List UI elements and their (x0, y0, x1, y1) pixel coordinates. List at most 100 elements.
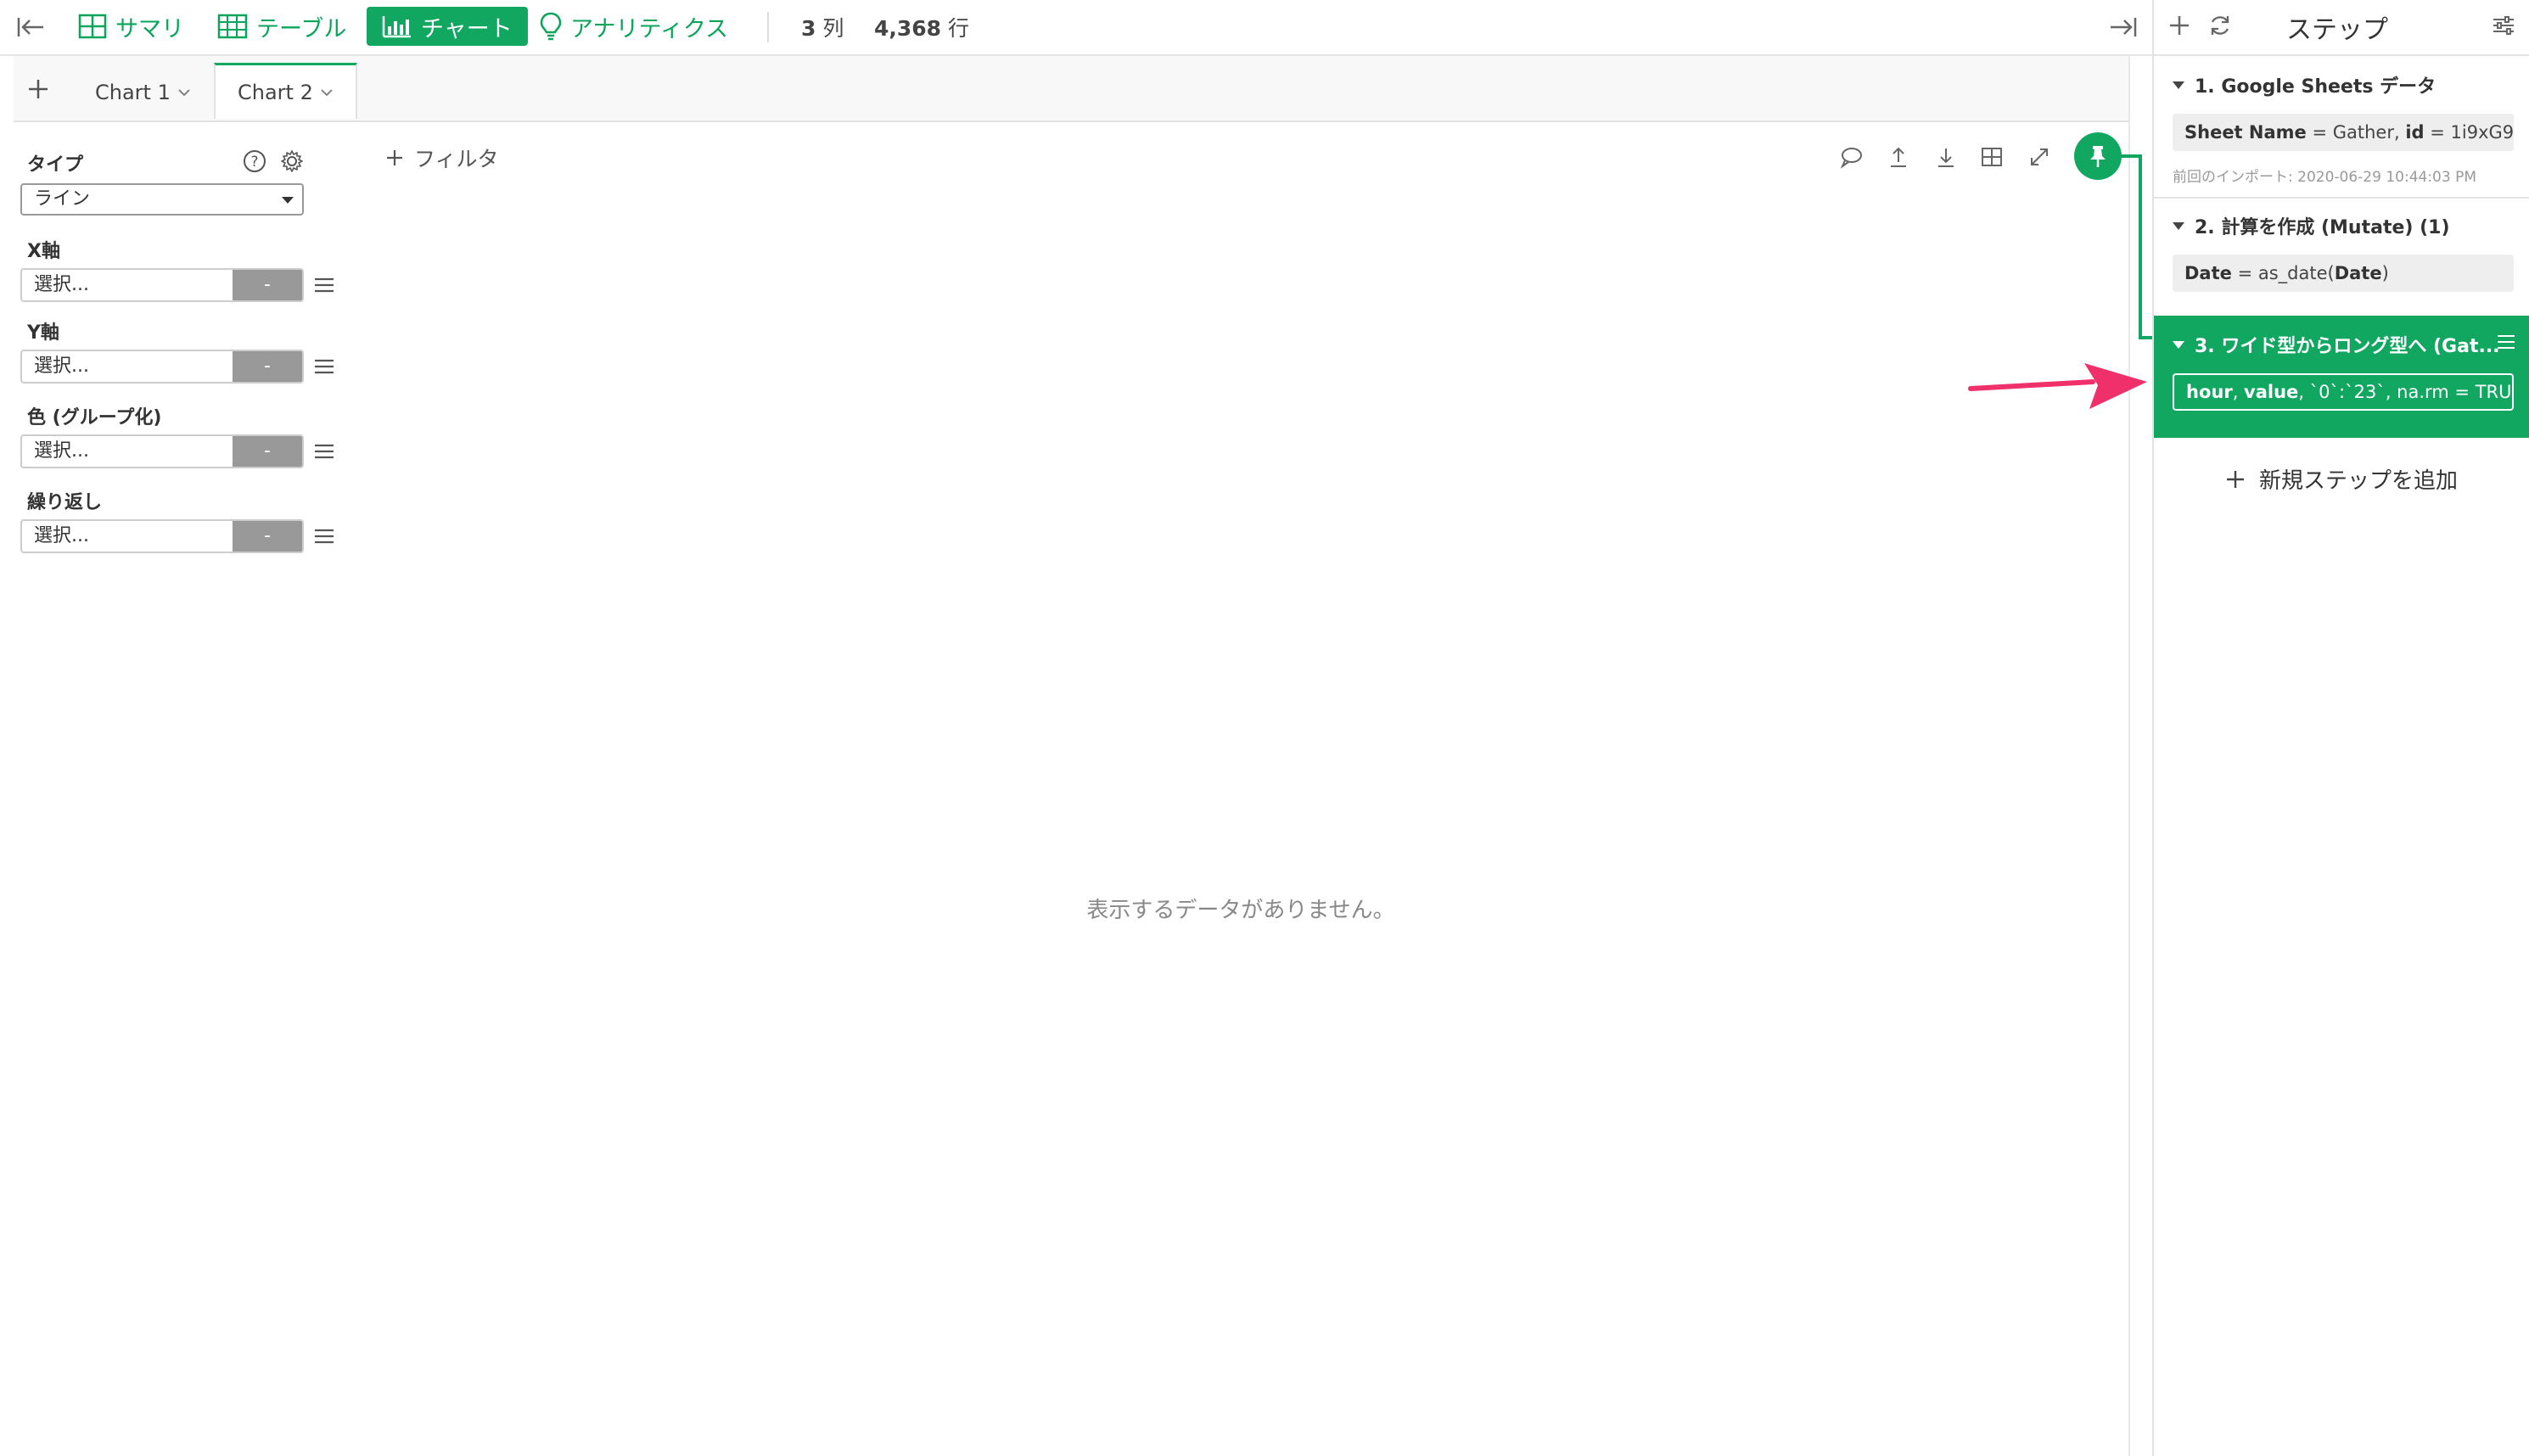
y-axis-field: 選択... - (20, 350, 304, 384)
comment-icon[interactable] (1836, 143, 1865, 171)
step-2-key1: Date (2184, 263, 2232, 283)
pin-icon[interactable] (2074, 132, 2122, 180)
step-2-val2: ) (2381, 263, 2389, 283)
steps-title: ステップ (2286, 15, 2388, 45)
caret-down-icon (282, 197, 294, 204)
tab-analytics[interactable]: アナリティクス (540, 7, 728, 46)
y-axis-select[interactable]: 選択... (22, 351, 233, 382)
step-3-key2: value (2244, 382, 2299, 402)
tab-table[interactable]: テーブル (217, 7, 346, 46)
step-1-key2: id (2405, 122, 2425, 143)
add-step-icon[interactable] (2166, 12, 2195, 41)
step-3-summary[interactable]: hour, value, `0`:`23`, na.rm = TRUE,... (2173, 373, 2514, 411)
chart-tab-2[interactable]: Chart 2 (214, 63, 357, 119)
add-new-step-button[interactable]: 新規ステップを追加 (2225, 463, 2458, 495)
add-new-step-label: 新規ステップを追加 (2259, 468, 2459, 494)
bar-chart-icon (382, 14, 412, 38)
step-1-val2: = 1i9xG9-... (2430, 122, 2514, 143)
filter-button[interactable]: フィルタ (385, 143, 499, 173)
y-axis-menu-icon[interactable] (312, 356, 336, 377)
grid-icon (78, 14, 107, 39)
upload-icon[interactable] (1884, 143, 1913, 171)
table-icon (217, 14, 248, 39)
annotation-arrow (1968, 363, 2147, 409)
settings-sliders-icon[interactable] (2490, 12, 2519, 41)
gear-icon[interactable] (280, 149, 304, 173)
chart-area: フィルタ 表示するデータがありません。 (353, 122, 2128, 1456)
step-3-val1: , (2232, 382, 2245, 402)
chart-tab-1[interactable]: Chart 1 (95, 64, 191, 120)
steps-panel: ステップ 1. Google Sheets データ Sheet Name = G… (2152, 0, 2529, 1456)
chart-config-panel: タイプ ? ライン X軸 選択... - Y軸 選択... - 色 (グループ化… (14, 122, 353, 1456)
step-1-title[interactable]: 1. Google Sheets データ (2173, 71, 2436, 98)
repeat-menu-icon[interactable] (312, 526, 336, 546)
step-3[interactable]: 3. ワイド型からロング型へ (Gat... hour, value, `0`:… (2154, 316, 2529, 438)
color-menu-icon[interactable] (312, 441, 336, 462)
x-axis-label: X軸 (27, 241, 60, 262)
step-1-val1: = Gather, (2306, 122, 2406, 143)
tab-summary-label: サマリ (115, 15, 184, 42)
step-3-title-text: 3. ワイド型からロング型へ (Gat... (2195, 336, 2500, 357)
add-chart-icon[interactable] (24, 75, 53, 104)
step-2-title[interactable]: 2. 計算を作成 (Mutate) (1) (2173, 212, 2450, 239)
step-1[interactable]: 1. Google Sheets データ Sheet Name = Gather… (2154, 56, 2529, 197)
color-label: 色 (グループ化) (27, 407, 162, 428)
column-count-unit: 列 (822, 16, 844, 41)
repeat-select[interactable]: 選択... (22, 521, 233, 552)
help-icon[interactable]: ? (243, 149, 266, 173)
step-2-summary[interactable]: Date = as_date(Date) (2173, 255, 2514, 292)
collapse-left-icon[interactable] (14, 12, 48, 42)
plus-icon (385, 148, 404, 167)
expand-icon[interactable] (2025, 143, 2054, 171)
chevron-down-icon[interactable] (177, 88, 191, 97)
steps-header: ステップ (2154, 0, 2529, 54)
color-aggregate[interactable]: - (233, 436, 302, 467)
tab-analytics-label: アナリティクス (570, 15, 729, 42)
y-axis-label: Y軸 (27, 322, 59, 344)
row-count-value: 4,368 (874, 16, 942, 41)
tab-chart-label: チャート (421, 15, 513, 42)
repeat-aggregate[interactable]: - (233, 521, 302, 552)
x-axis-menu-icon[interactable] (312, 275, 336, 295)
step-2[interactable]: 2. 計算を作成 (Mutate) (1) Date = as_date(Dat… (2154, 199, 2529, 314)
collapse-right-icon[interactable] (2106, 12, 2140, 42)
tab-chart[interactable]: チャート (367, 7, 528, 46)
tab-summary[interactable]: サマリ (78, 7, 184, 46)
step-3-val2: , `0`:`23`, na.rm = TRUE,... (2298, 382, 2512, 402)
color-field: 選択... - (20, 434, 304, 468)
type-label: タイプ (27, 154, 84, 176)
step-1-title-text: 1. Google Sheets データ (2195, 76, 2436, 98)
step-1-summary[interactable]: Sheet Name = Gather, id = 1i9xG9-... (2173, 114, 2514, 151)
step-2-key2: Date (2334, 263, 2382, 283)
toolbar-divider (767, 12, 769, 42)
step-3-key1: hour (2186, 382, 2233, 402)
step-3-title[interactable]: 3. ワイド型からロング型へ (Gat... (2173, 331, 2500, 358)
step-3-menu-icon[interactable] (2495, 333, 2517, 351)
caret-down-icon (2173, 221, 2184, 230)
y-axis-aggregate[interactable]: - (233, 351, 302, 382)
x-axis-select[interactable]: 選択... (22, 270, 233, 300)
chart-tab-1-label: Chart 1 (95, 81, 171, 104)
x-axis-field: 選択... - (20, 268, 304, 302)
x-axis-aggregate[interactable]: - (233, 270, 302, 300)
top-toolbar: サマリ テーブル チャート アナリティクス 3 列 4,368 行 (0, 0, 2152, 56)
filter-label: フィルタ (414, 147, 499, 171)
tab-table-label: テーブル (256, 15, 347, 42)
color-select[interactable]: 選択... (22, 436, 233, 467)
step-1-last-import: 前回のインポート: 2020-06-29 10:44:03 PM (2173, 169, 2477, 186)
chevron-down-icon[interactable] (320, 88, 334, 97)
pin-connector-vertical (2139, 154, 2142, 339)
refresh-icon[interactable] (2207, 12, 2235, 41)
chart-type-value: ライン (34, 188, 91, 210)
row-count-unit: 行 (948, 16, 970, 41)
chart-type-select[interactable]: ライン (20, 183, 304, 216)
row-count: 4,368 行 (874, 12, 969, 42)
step-2-val1: = as_date( (2231, 263, 2335, 283)
svg-text:?: ? (250, 154, 258, 171)
plus-icon (2225, 469, 2246, 490)
step-2-title-text: 2. 計算を作成 (Mutate) (1) (2195, 217, 2450, 238)
download-icon[interactable] (1932, 143, 1960, 171)
repeat-field: 選択... - (20, 519, 304, 553)
column-count-value: 3 (801, 16, 816, 41)
dashboard-icon[interactable] (1977, 143, 2006, 171)
